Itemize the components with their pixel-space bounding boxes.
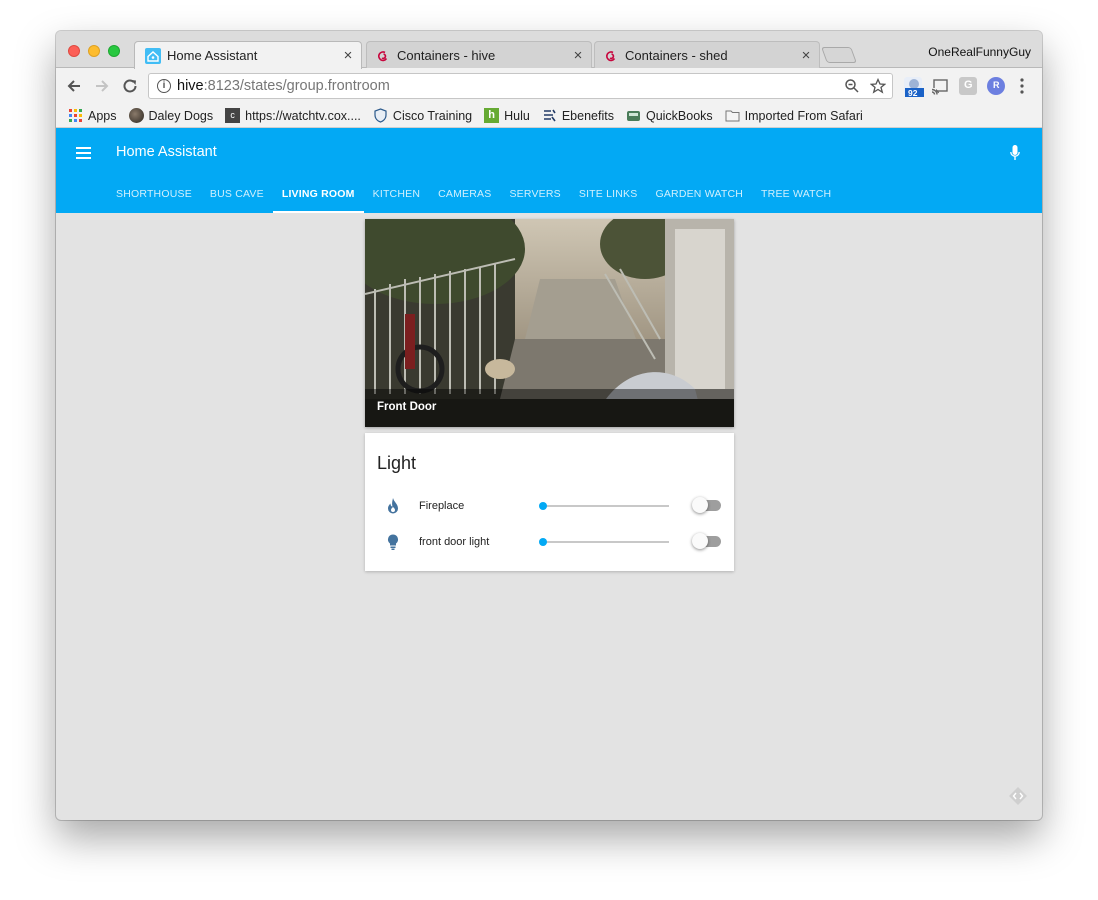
shield-icon: [373, 108, 388, 123]
profile-name[interactable]: OneRealFunnyGuy: [928, 45, 1031, 59]
tab-containers-hive[interactable]: Containers - hive ×: [366, 41, 592, 69]
tab-bus-cave[interactable]: BUS CAVE: [201, 176, 273, 213]
tab-servers[interactable]: SERVERS: [500, 176, 569, 213]
tab-title: Containers - shed: [625, 48, 728, 63]
tab-garden-watch[interactable]: GARDEN WATCH: [646, 176, 752, 213]
entity-name[interactable]: Fireplace: [419, 500, 464, 512]
address-bar[interactable]: i hive:8123/states/group.frontroom: [148, 73, 893, 99]
light-card: Light Fireplace front door light: [365, 433, 734, 571]
microphone-icon[interactable]: [1010, 145, 1020, 161]
bookmarks-bar: Apps Daley Dogs c https://watchtv.cox...…: [56, 104, 1042, 128]
bookmark-label: Imported From Safari: [744, 108, 863, 123]
view-tabs: SHORTHOUSE BUS CAVE LIVING ROOM KITCHEN …: [107, 176, 840, 213]
camera-card-front-door[interactable]: Front Door: [365, 219, 734, 427]
toggle-thumb[interactable]: [692, 533, 708, 549]
cast-icon[interactable]: [931, 77, 949, 95]
maximize-window-button[interactable]: [108, 45, 120, 57]
tab-kitchen[interactable]: KITCHEN: [364, 176, 430, 213]
bookmark-imported-from-safari[interactable]: Imported From Safari: [725, 108, 863, 123]
url-text[interactable]: hive:8123/states/group.frontroom: [177, 78, 390, 94]
bookmark-label: Apps: [88, 108, 117, 123]
light-row-front-door-light: front door light: [365, 527, 734, 557]
tab-title: Containers - hive: [397, 48, 496, 63]
bookmark-label: https://watchtv.cox....: [245, 108, 361, 123]
tab-site-links[interactable]: SITE LINKS: [570, 176, 647, 213]
tab-home-assistant[interactable]: Home Assistant ×: [134, 41, 362, 69]
tab-cameras[interactable]: CAMERAS: [429, 176, 500, 213]
app-header: Home Assistant SHORTHOUSE BUS CAVE LIVIN…: [56, 128, 1042, 213]
bookmark-cisco-training[interactable]: Cisco Training: [373, 108, 472, 123]
tab-containers-shed[interactable]: Containers - shed ×: [594, 41, 820, 69]
back-button[interactable]: [64, 76, 84, 96]
brightness-slider[interactable]: [539, 502, 669, 510]
reload-icon: [123, 79, 137, 93]
forward-button[interactable]: [92, 76, 112, 96]
bookmark-label: Hulu: [504, 108, 530, 123]
bookmark-quickbooks[interactable]: QuickBooks: [626, 108, 713, 123]
apps-grid-icon: [68, 108, 83, 123]
camera-caption: Front Door: [365, 389, 734, 427]
brightness-slider[interactable]: [539, 538, 669, 546]
bookmark-apps[interactable]: Apps: [68, 108, 117, 123]
bookmark-label: QuickBooks: [645, 108, 713, 123]
bookmark-label: Cisco Training: [392, 108, 473, 123]
relay-icon[interactable]: R: [987, 77, 1005, 95]
tab-strip: Home Assistant × Containers - hive × Con…: [56, 31, 1042, 69]
forward-arrow-icon: [96, 80, 109, 92]
new-tab-button[interactable]: [821, 47, 857, 63]
tab-living-room[interactable]: LIVING ROOM: [272, 176, 364, 213]
power-toggle[interactable]: [692, 533, 721, 549]
bookmark-daley-dogs[interactable]: Daley Dogs: [128, 108, 214, 123]
close-tab-icon[interactable]: ×: [799, 47, 813, 64]
bookmark-star-icon[interactable]: [869, 77, 887, 98]
extension-badge-count: 92: [908, 88, 918, 98]
dog-photo-icon: [128, 108, 144, 123]
light-row-fireplace: Fireplace: [365, 491, 734, 521]
entity-name[interactable]: front door light: [419, 536, 489, 548]
bookmark-label: Daley Dogs: [148, 108, 214, 123]
camera-name: Front Door: [377, 401, 437, 413]
slider-knob[interactable]: [539, 502, 547, 510]
card-title: Light: [377, 453, 417, 473]
folder-icon: [725, 108, 740, 123]
close-tab-icon[interactable]: ×: [341, 47, 355, 64]
debian-swirl-icon: [603, 48, 619, 64]
developer-tools-icon[interactable]: [1008, 786, 1028, 806]
power-toggle[interactable]: [692, 497, 721, 513]
menu-icon[interactable]: [76, 147, 91, 159]
tab-tree-watch[interactable]: TREE WATCH: [752, 176, 840, 213]
back-arrow-icon: [67, 80, 80, 92]
minimize-window-button[interactable]: [88, 45, 100, 57]
ebenefits-icon: [542, 108, 557, 123]
tab-title: Home Assistant: [167, 48, 258, 63]
fire-icon[interactable]: [385, 497, 401, 515]
site-info-icon[interactable]: i: [157, 79, 171, 93]
bookmark-watchtv-cox[interactable]: c https://watchtv.cox....: [225, 108, 361, 123]
bookmark-ebenefits[interactable]: Ebenefits: [542, 108, 614, 123]
home-assistant-icon: [145, 47, 161, 64]
close-tab-icon[interactable]: ×: [571, 47, 585, 64]
app-title: Home Assistant: [116, 144, 217, 160]
hulu-icon: h: [484, 108, 500, 123]
toggle-thumb[interactable]: [692, 497, 708, 513]
lightbulb-icon[interactable]: [385, 533, 401, 551]
quickbooks-icon: [626, 108, 641, 123]
extension-badge-button[interactable]: 92: [904, 77, 924, 98]
close-window-button[interactable]: [68, 45, 80, 57]
tab-shorthouse[interactable]: SHORTHOUSE: [107, 176, 201, 213]
zoom-icon[interactable]: [844, 78, 860, 98]
browser-toolbar: i hive:8123/states/group.frontroom 92 G …: [56, 68, 1042, 104]
bookmark-label: Ebenefits: [561, 108, 614, 123]
debian-swirl-icon: [375, 48, 391, 64]
slider-knob[interactable]: [539, 538, 547, 546]
reload-button[interactable]: [120, 76, 140, 96]
bookmark-hulu[interactable]: h Hulu: [484, 108, 530, 123]
browser-window: Home Assistant × Containers - hive × Con…: [56, 31, 1042, 820]
grammarly-icon[interactable]: G: [959, 77, 977, 95]
cox-icon: c: [225, 108, 241, 123]
chrome-menu-icon[interactable]: [1015, 77, 1029, 95]
